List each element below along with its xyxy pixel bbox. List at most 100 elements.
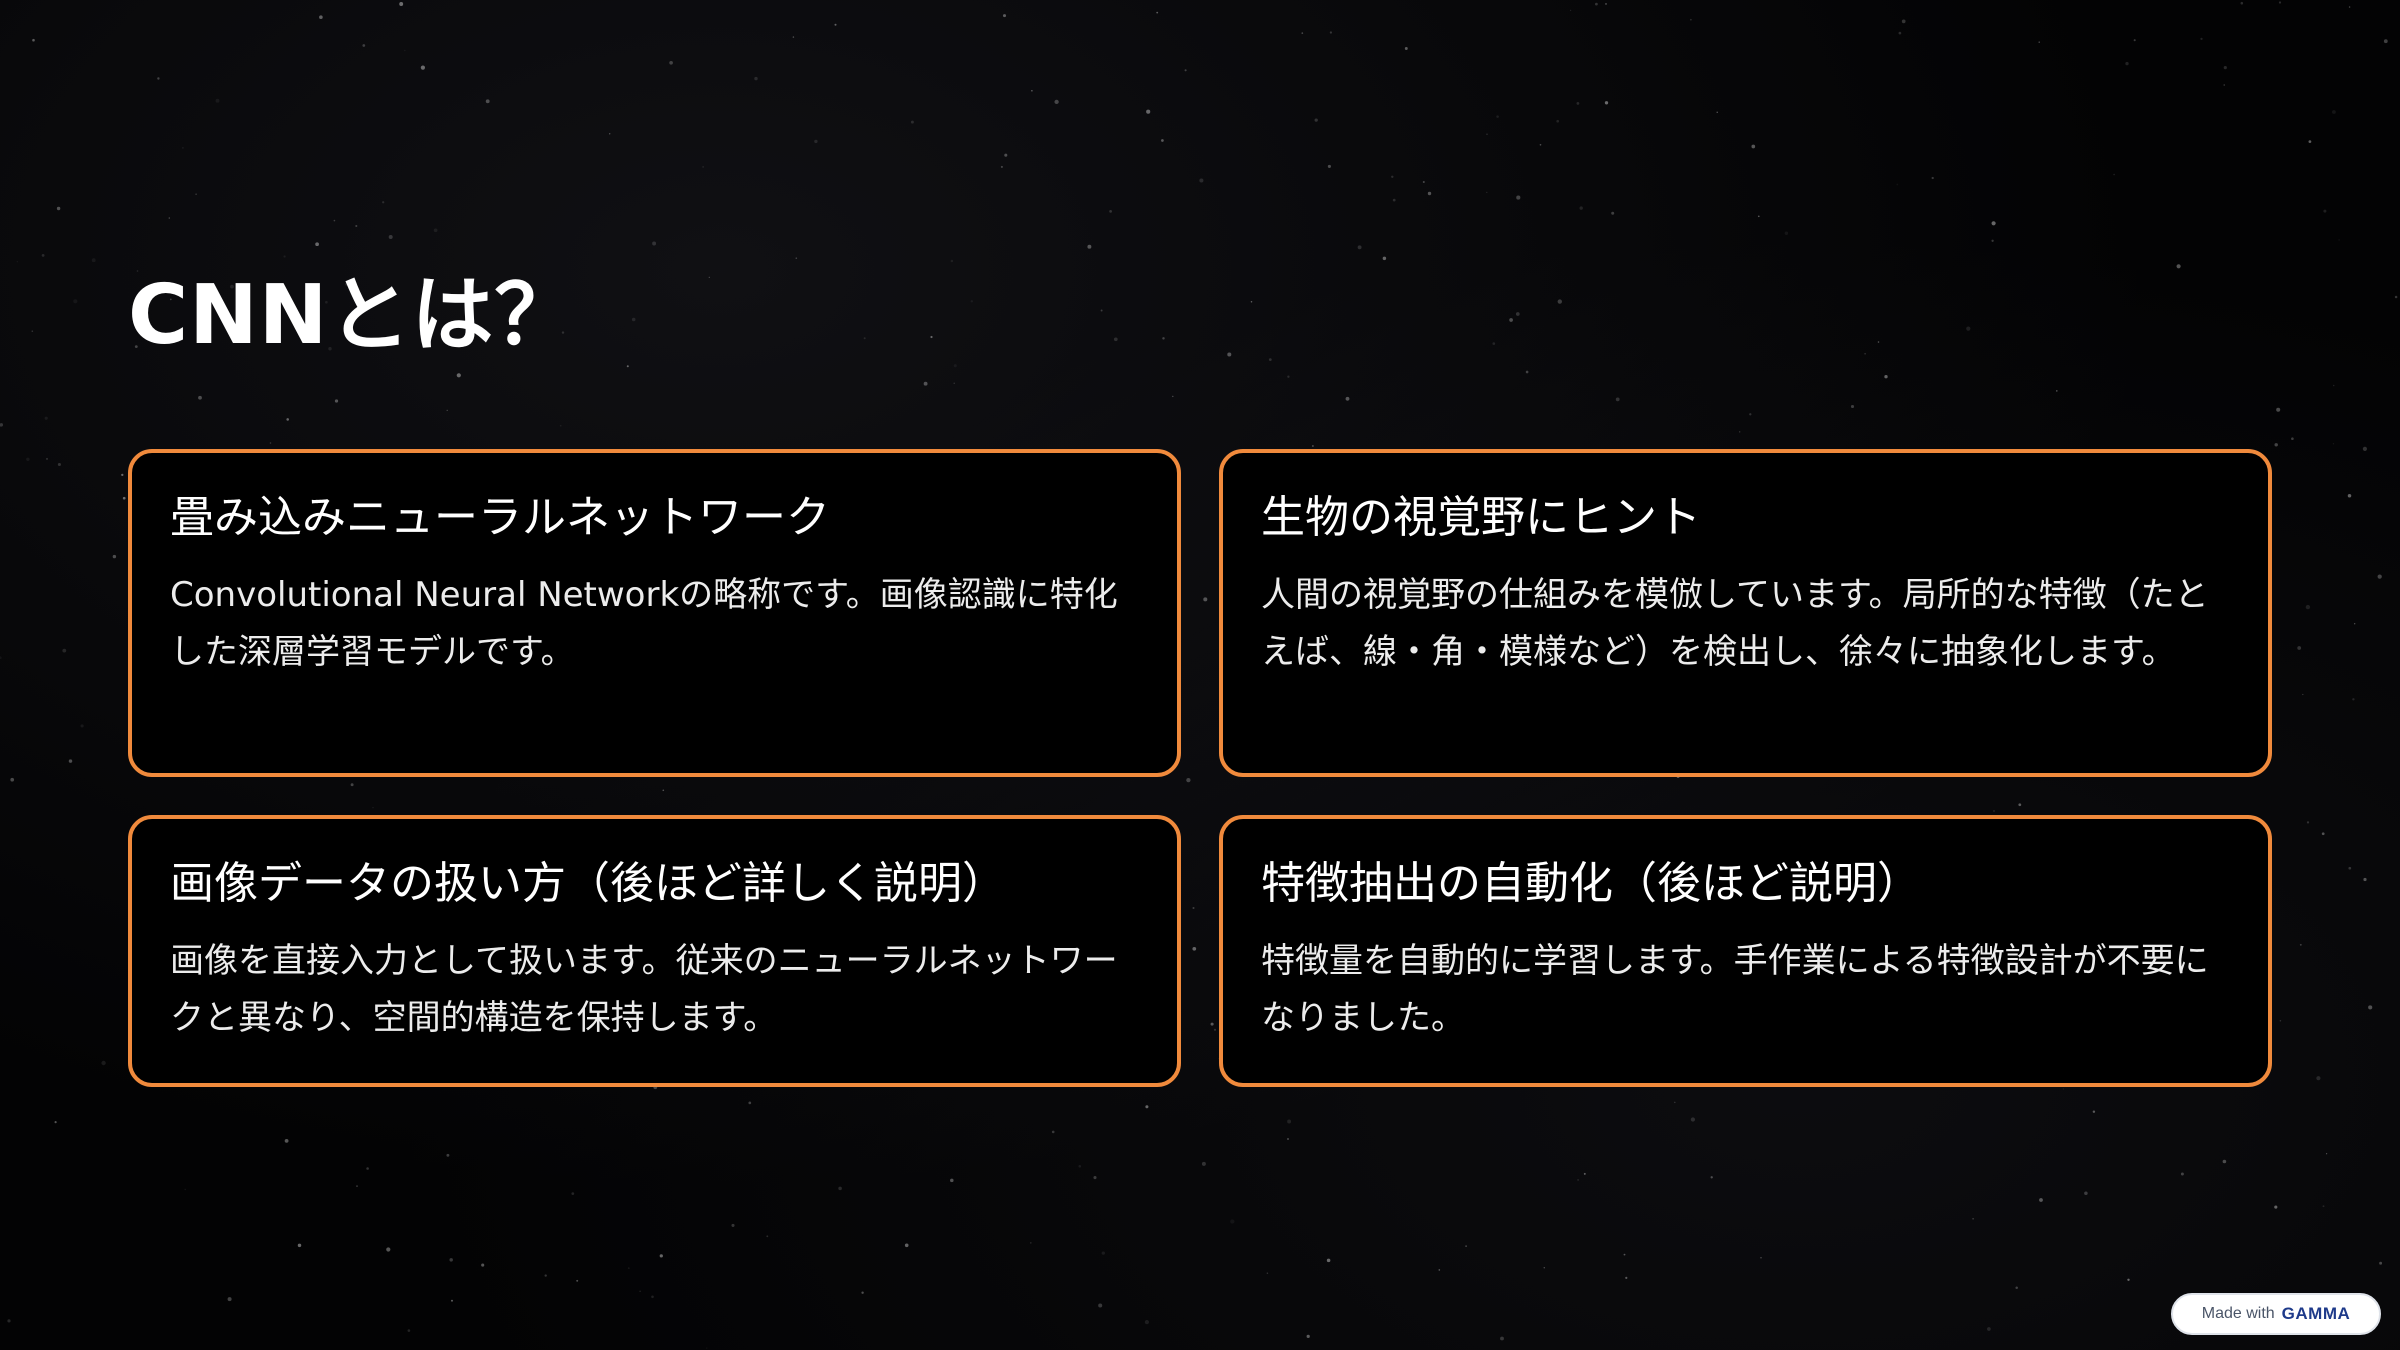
star-dot bbox=[1556, 119, 1560, 123]
star-dot bbox=[631, 317, 636, 322]
star-dot bbox=[1250, 300, 1253, 303]
star-dot bbox=[1184, 69, 1187, 72]
star-dot bbox=[1751, 144, 1756, 149]
star-dot bbox=[1172, 395, 1174, 398]
star-dot bbox=[1382, 256, 1387, 261]
star-dot bbox=[2125, 61, 2129, 66]
badge-prefix: Made with bbox=[2201, 1305, 2275, 1322]
star-dot bbox=[2368, 1005, 2373, 1010]
star-dot bbox=[1329, 31, 1333, 34]
star-dot bbox=[748, 1101, 752, 1105]
card-body: 人間の視覚野の仕組みを模倣しています。局所的な特徴（たとえば、線・角・模様など）… bbox=[1261, 575, 2209, 672]
star-dot bbox=[1078, 1164, 1082, 1168]
star-dot bbox=[372, 806, 374, 809]
star-dot bbox=[2038, 41, 2040, 43]
star-dot bbox=[157, 77, 160, 80]
star-dot bbox=[953, 364, 957, 368]
star-dot bbox=[182, 147, 184, 149]
star-dot bbox=[333, 219, 336, 222]
star-dot bbox=[382, 201, 385, 204]
star-dot bbox=[1427, 191, 1432, 196]
star-dot bbox=[1884, 375, 1888, 379]
star-dot bbox=[659, 1254, 663, 1258]
star-dot bbox=[355, 224, 358, 228]
star-dot bbox=[62, 648, 67, 653]
star-dot bbox=[626, 365, 629, 368]
star-dot bbox=[950, 259, 954, 263]
star-dot bbox=[1314, 118, 1318, 122]
star-dot bbox=[2039, 1198, 2043, 1202]
star-dot bbox=[950, 1178, 954, 1183]
star-dot bbox=[91, 258, 96, 263]
star-dot bbox=[195, 193, 197, 196]
star-dot bbox=[2321, 832, 2325, 836]
star-dot bbox=[930, 335, 933, 339]
star-dot bbox=[433, 228, 438, 233]
star-dot bbox=[754, 76, 758, 81]
star-dot bbox=[1266, 1272, 1269, 1274]
star-dot bbox=[706, 1347, 708, 1349]
star-dot bbox=[1404, 47, 1408, 50]
star-dot bbox=[1156, 11, 1159, 14]
star-dot bbox=[1422, 180, 1425, 184]
star-dot bbox=[1898, 31, 1902, 35]
star-dot bbox=[2297, 646, 2302, 650]
star-dot bbox=[446, 1153, 450, 1157]
star-dot bbox=[1113, 337, 1118, 342]
star-dot bbox=[2274, 1205, 2278, 1209]
star-dot bbox=[7, 1319, 11, 1323]
star-dot bbox=[1739, 431, 1741, 433]
star-dot bbox=[481, 1263, 485, 1267]
star-dot bbox=[2332, 384, 2335, 387]
star-dot bbox=[2092, 1110, 2096, 1113]
star-dot bbox=[1029, 1242, 1032, 1244]
star-dot bbox=[1604, 101, 1609, 105]
star-dot bbox=[2362, 446, 2367, 451]
star-dot bbox=[1760, 1257, 1762, 1259]
star-dot bbox=[1100, 309, 1103, 312]
star-dot bbox=[1539, 143, 1542, 146]
star-dot bbox=[1993, 810, 1995, 812]
star-dot bbox=[1877, 341, 1880, 343]
card-visual-cortex: 生物の視覚野にヒント 人間の視覚野の仕組みを模倣しています。局所的な特徴（たとえ… bbox=[1219, 449, 2272, 777]
star-dot bbox=[1716, 111, 1718, 113]
star-dot bbox=[766, 1235, 769, 1238]
star-dot bbox=[1054, 99, 1059, 105]
star-dot bbox=[1966, 326, 1971, 331]
star-dot bbox=[1203, 597, 1208, 602]
star-dot bbox=[1991, 239, 1994, 242]
star-dot bbox=[1611, 211, 1615, 215]
star-dot bbox=[953, 382, 955, 384]
star-dot bbox=[297, 1243, 302, 1248]
star-dot bbox=[168, 217, 171, 219]
star-dot bbox=[404, 49, 406, 52]
star-dot bbox=[923, 381, 928, 386]
card-heading: 画像データの扱い方（後ほど詳しく説明） bbox=[170, 858, 1006, 909]
star-dot bbox=[863, 337, 866, 340]
star-dot bbox=[1757, 215, 1760, 218]
star-dot bbox=[446, 409, 448, 412]
star-dot bbox=[1199, 178, 1204, 183]
made-with-gamma-badge[interactable]: Made with GAMMA bbox=[2171, 1293, 2381, 1335]
star-dot bbox=[1987, 1327, 1991, 1331]
star-dot bbox=[1031, 89, 1033, 92]
star-dot bbox=[485, 99, 490, 104]
star-dot bbox=[1000, 165, 1003, 168]
star-dot bbox=[451, 1299, 453, 1302]
star-dot bbox=[2354, 623, 2356, 625]
star-dot bbox=[1312, 445, 1314, 447]
star-dot bbox=[1087, 244, 1092, 249]
star-dot bbox=[1465, 1245, 1467, 1247]
star-dot bbox=[101, 1060, 106, 1066]
star-dot bbox=[1213, 1028, 1217, 1031]
star-dot bbox=[1543, 1267, 1546, 1269]
star-dot bbox=[0, 423, 4, 427]
star-dot bbox=[559, 424, 562, 427]
star-dot bbox=[2331, 110, 2336, 114]
star-dot bbox=[2015, 1286, 2018, 1290]
star-dot bbox=[1051, 1130, 1055, 1134]
star-dot bbox=[702, 166, 704, 168]
star-dot bbox=[184, 1188, 186, 1191]
star-dot bbox=[2276, 407, 2281, 412]
star-dot bbox=[2394, 295, 2398, 299]
